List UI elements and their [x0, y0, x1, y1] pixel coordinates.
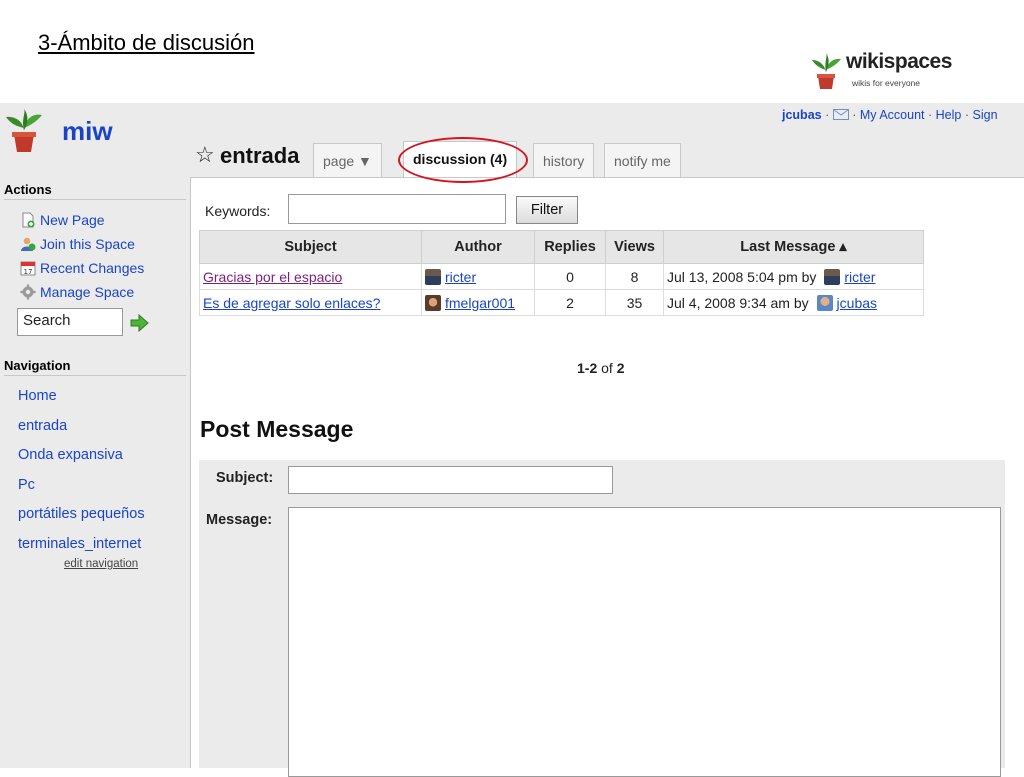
wikispaces-logo[interactable]: wikispaces wikis for everyone [808, 50, 968, 94]
thread-views: 8 [605, 263, 664, 290]
join-icon [21, 237, 36, 251]
tab-page[interactable]: page ▼ [313, 143, 382, 177]
action-new-page[interactable]: New Page [20, 208, 105, 232]
thread-author-cell: ricter [421, 263, 535, 290]
nav-item-terminales[interactable]: terminales_internet [18, 530, 145, 560]
space-name[interactable]: miw [62, 116, 113, 147]
thread-subject-cell: Gracias por el espacio [199, 263, 422, 290]
header-last-message[interactable]: Last Message ▴ [663, 230, 924, 264]
message-textarea[interactable] [288, 507, 1001, 777]
separator: · [964, 108, 970, 122]
nav-item-entrada[interactable]: entrada [18, 412, 145, 442]
navigation-divider [4, 375, 186, 376]
tab-notify-me[interactable]: notify me [604, 143, 681, 177]
action-recent-changes[interactable]: 17 Recent Changes [20, 256, 144, 280]
navigation-title: Navigation [4, 358, 71, 373]
avatar [824, 268, 841, 285]
thread-author-link[interactable]: ricter [445, 269, 476, 285]
table-row: Gracias por el espacio ricter 0 8 Jul 13… [199, 263, 924, 290]
nav-item-onda-expansiva[interactable]: Onda expansiva [18, 441, 145, 471]
message-label: Message: [206, 512, 273, 528]
pager-total: 2 [616, 360, 625, 376]
last-message-text: Jul 4, 2008 9:34 am by [667, 294, 809, 311]
subject-label: Subject: [216, 470, 274, 486]
sign-out-link[interactable]: Sign [973, 108, 998, 122]
keywords-label: Keywords: [205, 203, 271, 219]
action-manage-space[interactable]: Manage Space [20, 280, 134, 304]
plant-logo-icon [812, 53, 841, 89]
avatar [425, 294, 441, 311]
highlight-circle [398, 137, 528, 183]
separator: · [928, 108, 933, 122]
action-label: Manage Space [40, 284, 135, 300]
keywords-input[interactable] [288, 194, 506, 224]
thread-replies: 2 [534, 289, 606, 316]
last-message-user-link[interactable]: jcubas [837, 295, 877, 311]
separator: · [825, 108, 830, 122]
navigation-list: Home entrada Onda expansiva Pc portátile… [18, 382, 145, 559]
avatar [816, 294, 833, 311]
svg-text:17: 17 [24, 268, 33, 276]
help-link[interactable]: Help [936, 108, 962, 122]
action-join-space[interactable]: Join this Space [20, 232, 135, 256]
thread-last-message-cell: Jul 4, 2008 9:34 am by jcubas [663, 289, 924, 316]
avatar [425, 268, 441, 285]
pager: 1-2 of 2 [577, 360, 625, 376]
post-message-heading: Post Message [200, 416, 354, 442]
thread-author-cell: fmelgar001 [421, 289, 535, 316]
new-page-icon [22, 212, 35, 228]
my-account-link[interactable]: My Account [860, 108, 925, 122]
page-title: entrada [220, 143, 300, 168]
calendar-icon: 17 [20, 261, 36, 276]
space-logo-icon[interactable] [4, 108, 44, 154]
pager-range: 1-2 [577, 360, 598, 376]
last-message-text: Jul 13, 2008 5:04 pm by [667, 268, 817, 285]
actions-divider [4, 199, 186, 200]
wikispaces-brand: wikispaces [846, 50, 952, 73]
last-message-user-link[interactable]: ricter [844, 269, 875, 285]
go-arrow-icon[interactable] [128, 313, 150, 333]
action-label: Join this Space [40, 236, 135, 252]
thread-author-link[interactable]: fmelgar001 [445, 295, 515, 311]
thread-subject-cell: Es de agregar solo enlaces? [199, 289, 422, 316]
slide-title: 3-Ámbito de discusión [38, 30, 255, 55]
star-icon[interactable]: ☆ [195, 142, 215, 168]
threads-table: Subject Author Replies Views Last Messag… [199, 230, 924, 316]
action-label: Recent Changes [40, 260, 145, 276]
wikispaces-tagline: wikis for everyone [852, 78, 921, 88]
tab-history[interactable]: history [533, 143, 595, 177]
nav-item-home[interactable]: Home [18, 382, 145, 412]
subject-input[interactable] [288, 466, 613, 494]
filter-button[interactable]: Filter [516, 196, 578, 224]
header-author[interactable]: Author [421, 230, 535, 264]
thread-last-message-cell: Jul 13, 2008 5:04 pm by ricter [663, 263, 924, 290]
actions-title: Actions [4, 182, 52, 197]
thread-subject-link[interactable]: Gracias por el espacio [203, 269, 342, 285]
edit-navigation-link[interactable]: edit navigation [64, 558, 138, 570]
header-subject[interactable]: Subject [199, 230, 422, 264]
table-header-row: Subject Author Replies Views Last Messag… [199, 230, 924, 264]
table-row: Es de agregar solo enlaces? fmelgar001 2… [199, 289, 924, 316]
header-replies[interactable]: Replies [534, 230, 606, 264]
thread-subject-link[interactable]: Es de agregar solo enlaces? [203, 295, 380, 311]
thread-replies: 0 [534, 263, 606, 290]
user-link[interactable]: jcubas [782, 108, 822, 122]
action-label: New Page [40, 212, 105, 228]
header-views[interactable]: Views [605, 230, 664, 264]
pager-of: of [601, 360, 613, 376]
user-links: jcubas · · My Account · Help · Sign [782, 108, 998, 122]
mail-icon[interactable] [832, 109, 849, 120]
nav-item-pc[interactable]: Pc [18, 471, 145, 501]
thread-views: 35 [605, 289, 664, 316]
nav-item-portatiles[interactable]: portátiles pequeños [18, 500, 145, 530]
separator: · [852, 108, 857, 122]
gear-icon [20, 284, 36, 300]
search-input[interactable]: Search [17, 308, 123, 336]
